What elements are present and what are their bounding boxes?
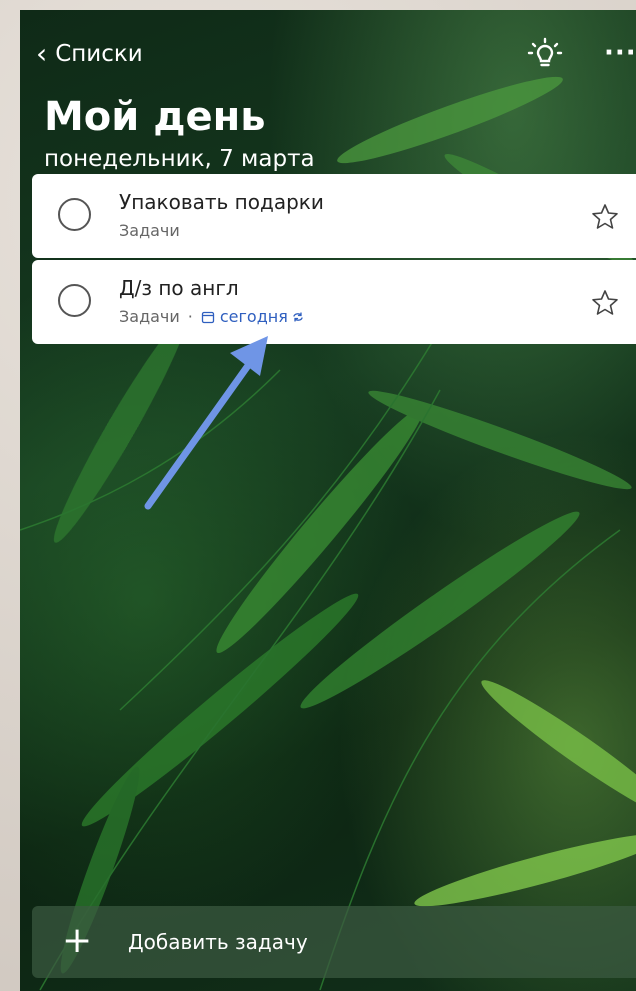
add-task-label: Добавить задачу [128, 930, 308, 954]
plus-icon: + [62, 920, 93, 961]
annotation-arrow [144, 336, 268, 510]
add-task-button[interactable]: + Добавить задачу [32, 906, 636, 978]
app-screen: ‹ Списки ··· Мой день понедельник, 7 мар… [20, 10, 636, 991]
